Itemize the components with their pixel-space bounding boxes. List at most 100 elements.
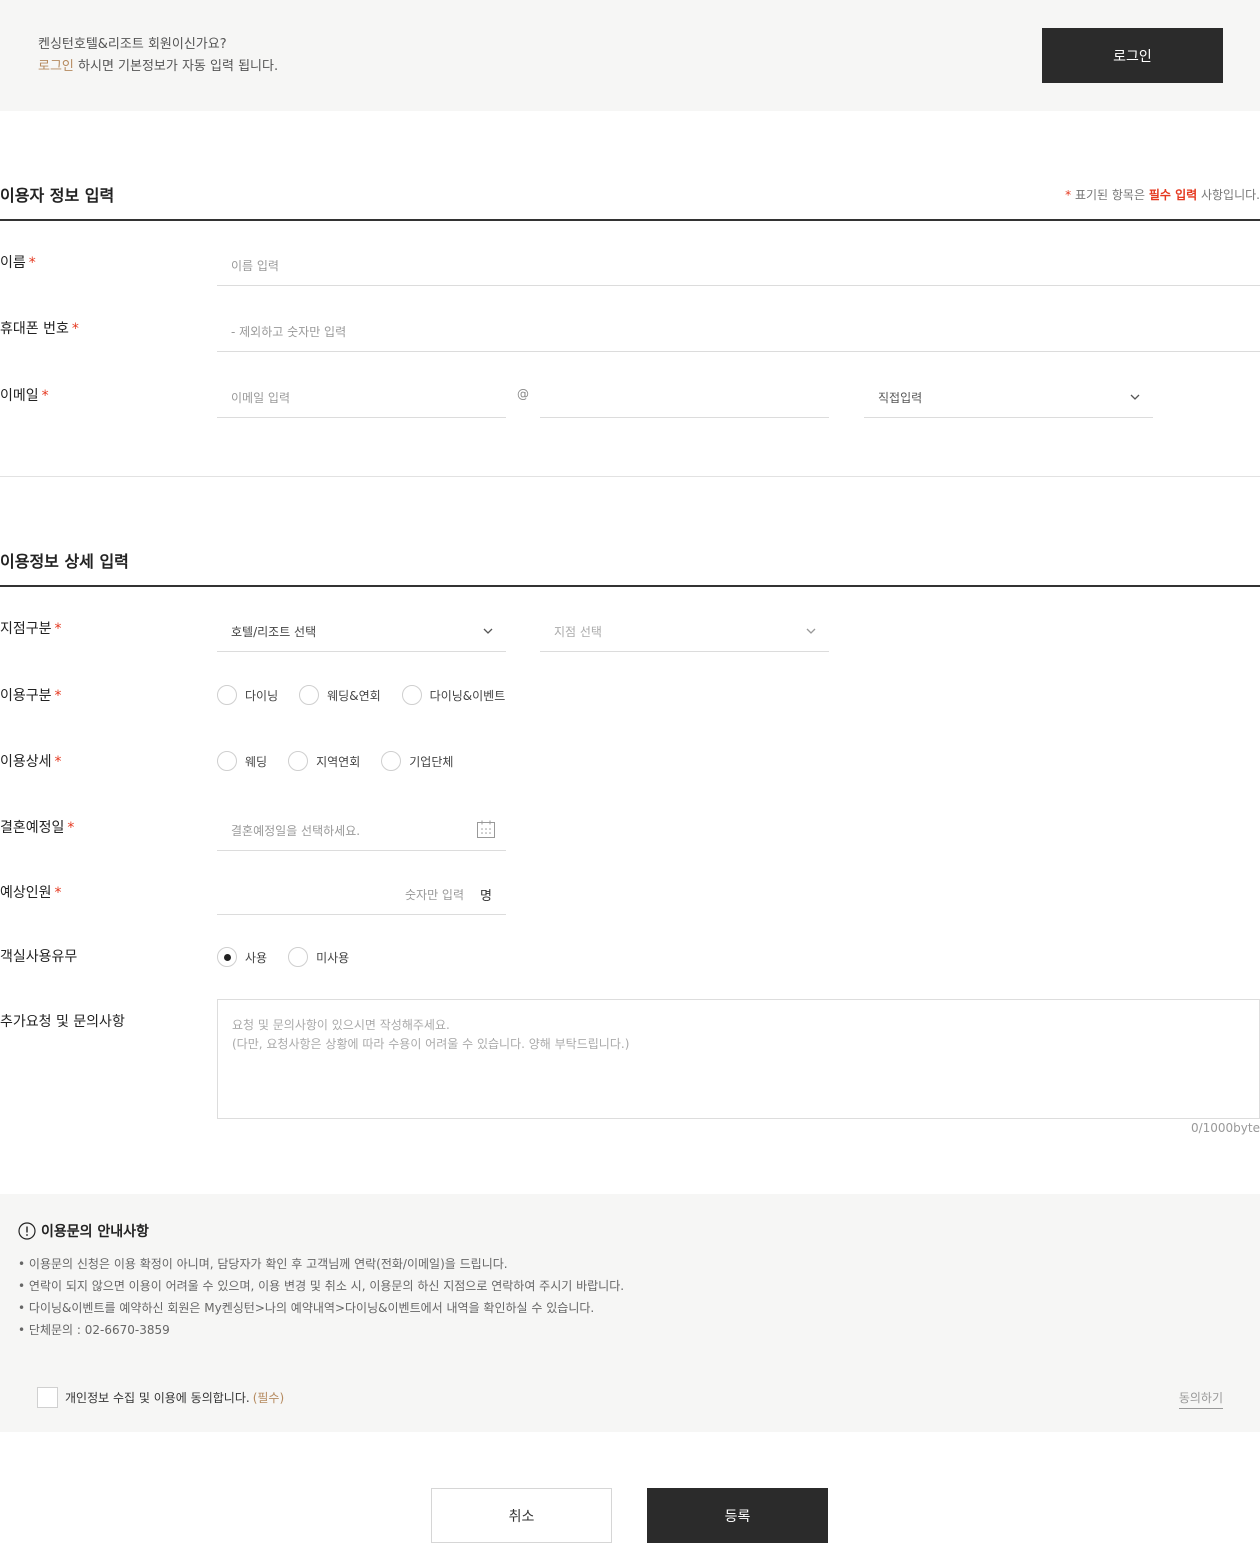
requests-label: 추가요청 및 문의사항 [0,1014,125,1030]
usage-type-label: 이용구분 * [0,686,62,706]
usage-type-label-text: 이용구분 [0,688,52,704]
required-note: * 표기된 항목은 필수 입력 사항입니다. [1065,186,1260,203]
email-domain-select[interactable]: 직접입력 [864,378,1153,418]
usage-detail-option[interactable]: 지역연회 [288,751,360,771]
usage-type-radio-group: 다이닝 웨딩&연회 다이닝&이벤트 [217,685,526,705]
submit-button[interactable]: 등록 [647,1488,828,1543]
room-use-label: 객실사용유무 [0,949,78,965]
chevron-down-icon [806,628,816,634]
usage-type-option[interactable]: 웨딩&연회 [299,685,381,705]
notice-item: 연락이 되지 않으면 이용이 어려울 수 있으며, 이용 변경 및 취소 시, … [18,1275,624,1297]
requests-textarea[interactable]: 요청 및 문의사항이 있으시면 작성해주세요. (다만, 요청사항은 상황에 따… [217,999,1260,1119]
branch-select-value: 지점 선택 [554,625,602,639]
required-note-post: 사항입니다. [1197,188,1260,202]
required-star: * [67,820,75,836]
required-note-emph: 필수 입력 [1148,188,1198,202]
login-inline-link[interactable]: 로그인 [38,59,74,74]
notice-item: 단체문의 : 02-6670-3859 [18,1319,624,1341]
chevron-down-icon [483,628,493,634]
usage-detail-option[interactable]: 웨딩 [217,751,267,771]
radio-circle-icon [217,685,237,705]
section-separator [0,476,1260,477]
required-star: * [28,255,36,271]
room-use-radio-group: 사용 미사용 [217,947,370,967]
name-label: 이름 * [0,253,36,273]
detail-info-title: 이용정보 상세 입력 [0,552,129,571]
required-star: * [54,621,62,637]
radio-circle-icon [288,947,309,967]
notice-item: 이용문의 신청은 이용 확정이 아니며, 담당자가 확인 후 고객님께 연락(전… [18,1253,624,1275]
guests-label-text: 예상인원 [0,885,52,901]
notice-title-text: 이용문의 안내사항 [41,1224,149,1240]
hotel-select-value: 호텔/리조트 선택 [231,625,317,639]
guests-unit: 명 [480,889,492,904]
login-button[interactable]: 로그인 [1042,28,1223,83]
required-star: * [54,688,62,704]
login-prompt-line1: 켄싱턴호텔&리조트 회원이신가요? [38,37,227,52]
branch-label: 지점구분 * [0,619,62,639]
required-star: * [41,388,49,404]
required-star: * [71,321,79,337]
email-at-sign: @ [517,387,529,401]
radio-label: 기업단체 [409,754,454,769]
phone-input[interactable]: - 제외하고 숫자만 입력 [217,312,1260,352]
wedding-date-input[interactable]: 결혼예정일을 선택하세요. [217,811,506,851]
privacy-agree-required: (필수) [252,1391,285,1405]
byte-counter: 0/1000byte [1190,1121,1260,1135]
email-label-text: 이메일 [0,388,39,404]
wedding-date-placeholder: 결혼예정일을 선택하세요. [231,824,361,838]
usage-detail-option[interactable]: 기업단체 [381,751,453,771]
required-star: * [54,754,62,770]
user-info-title: 이용자 정보 입력 [0,186,115,205]
login-prompt-line2: 로그인 하시면 기본정보가 자동 입력 됩니다. [38,56,278,78]
usage-type-option[interactable]: 다이닝 [217,685,278,705]
login-prompt: 켄싱턴호텔&리조트 회원이신가요? 로그인 하시면 기본정보가 자동 입력 됩니… [38,34,278,78]
radio-label: 다이닝 [245,688,279,703]
branch-label-text: 지점구분 [0,621,52,637]
calendar-icon[interactable] [476,819,496,839]
privacy-agree-text: 개인정보 수집 및 이용에 동의합니다. [65,1391,250,1405]
privacy-agree-checkbox[interactable] [37,1387,58,1408]
guests-input[interactable]: 숫자만 입력 명 [217,875,506,915]
usage-type-option[interactable]: 다이닝&이벤트 [401,685,506,705]
usage-detail-radio-group: 웨딩 지역연회 기업단체 [217,751,474,771]
branch-select[interactable]: 지점 선택 [540,612,829,652]
section-divider [0,585,1260,587]
notice-item: 다이닝&이벤트를 예약하신 회원은 My켄싱턴>나의 예약내역>다이닝&이벤트에… [18,1297,624,1319]
radio-label: 다이닝&이벤트 [429,688,506,703]
guests-label: 예상인원 * [0,883,62,903]
chevron-down-icon [1130,394,1140,400]
radio-circle-icon [288,751,309,771]
radio-circle-icon [217,751,237,771]
notice-title: 이용문의 안내사항 [18,1221,149,1241]
radio-selected-icon [217,947,237,967]
cancel-button[interactable]: 취소 [431,1488,612,1543]
hotel-select[interactable]: 호텔/리조트 선택 [217,612,506,652]
required-note-pre: 표기된 항목은 [1071,188,1149,202]
phone-label-text: 휴대폰 번호 [0,321,69,337]
privacy-agree-link[interactable]: 동의하기 [1178,1389,1223,1409]
email-domain-select-value: 직접입력 [878,391,923,405]
requests-placeholder-line1: 요청 및 문의사항이 있으시면 작성해주세요. [232,1018,450,1032]
info-circle-icon [18,1222,36,1240]
radio-label: 지역연회 [316,754,361,769]
radio-label: 사용 [245,950,268,965]
section-divider [0,219,1260,221]
notice-list: 이용문의 신청은 이용 확정이 아니며, 담당자가 확인 후 고객님께 연락(전… [18,1253,624,1341]
login-prompt-rest: 하시면 기본정보가 자동 입력 됩니다. [73,59,279,74]
requests-placeholder-line2: (다만, 요청사항은 상황에 따라 수용이 어려울 수 있습니다. 양해 부탁드… [232,1037,630,1051]
name-input[interactable]: 이름 입력 [217,246,1260,286]
email-domain-input[interactable] [540,378,829,418]
radio-circle-icon [299,685,320,705]
name-label-text: 이름 [0,255,26,271]
required-star: * [54,885,62,901]
email-label: 이메일 * [0,386,49,406]
room-use-option[interactable]: 사용 [217,947,267,967]
wedding-date-label-text: 결혼예정일 [0,820,65,836]
radio-label: 웨딩 [245,754,268,769]
radio-label: 미사용 [316,950,350,965]
email-id-input[interactable]: 이메일 입력 [217,378,506,418]
phone-label: 휴대폰 번호 * [0,319,79,339]
room-use-option[interactable]: 미사용 [288,947,349,967]
wedding-date-label: 결혼예정일 * [0,818,74,838]
